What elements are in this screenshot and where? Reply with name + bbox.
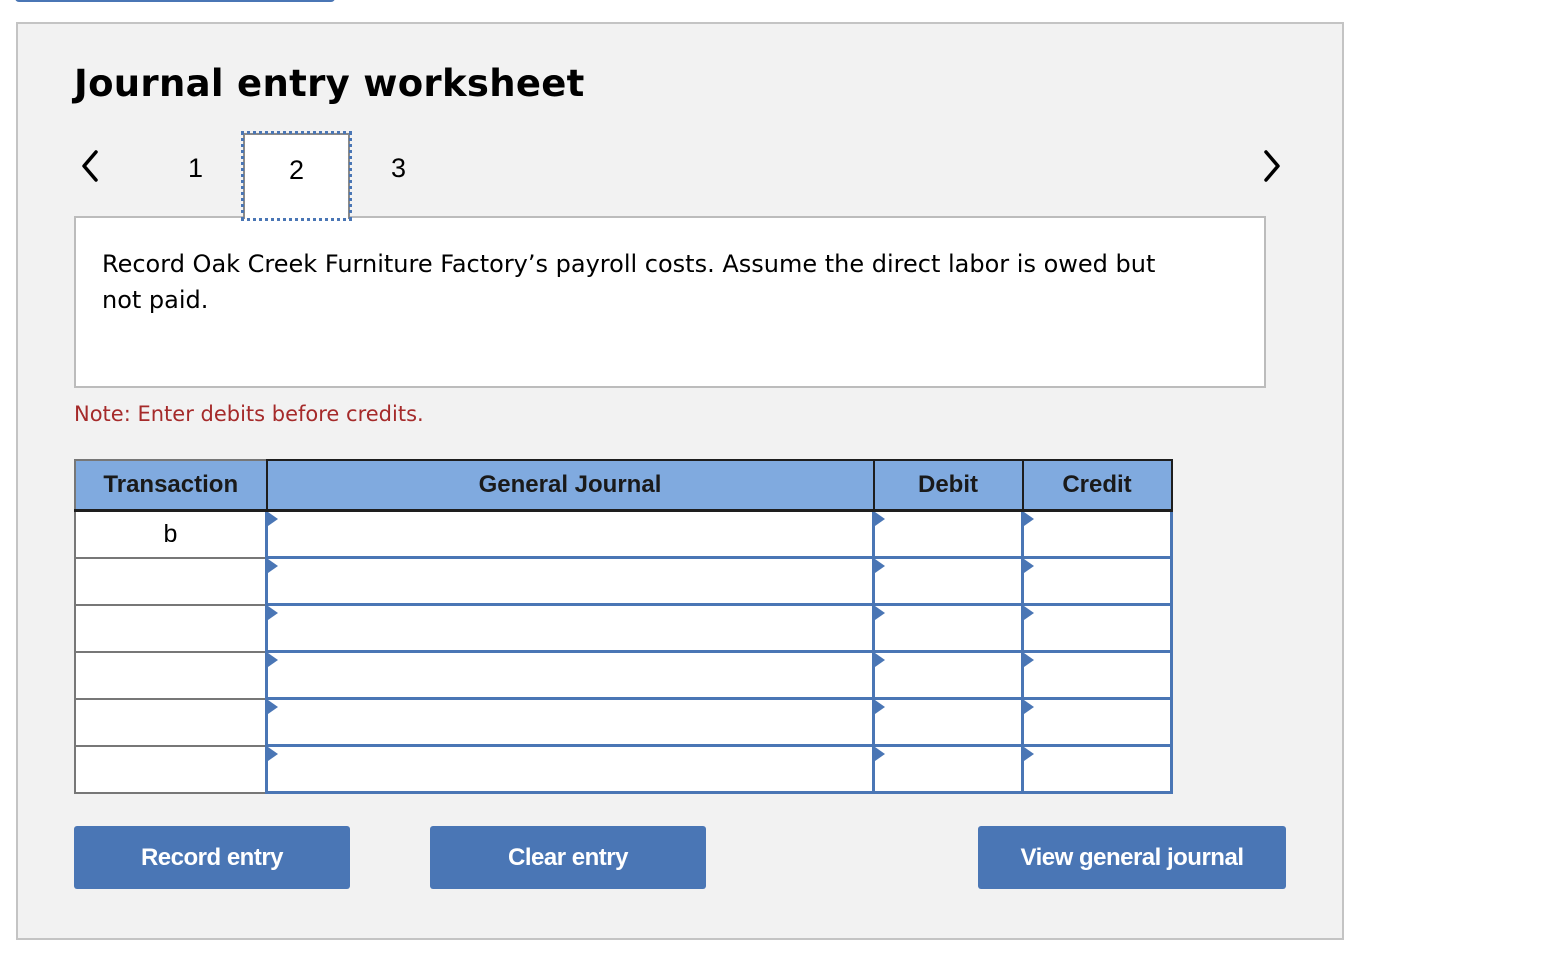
chevron-right-icon <box>1264 150 1280 182</box>
transaction-cell <box>74 650 268 700</box>
transaction-cell <box>74 697 268 747</box>
transaction-cell <box>74 556 268 606</box>
table-header-row: Transaction General Journal Debit Credit <box>74 459 1173 512</box>
table-row <box>74 697 1173 747</box>
account-select[interactable] <box>265 509 875 559</box>
clear-entry-button[interactable]: Clear entry <box>430 826 706 889</box>
debit-input[interactable] <box>872 556 1024 606</box>
table-row <box>74 650 1173 700</box>
prompt-text: Record Oak Creek Furniture Factory’s pay… <box>102 250 1156 314</box>
credit-input[interactable] <box>1021 603 1173 653</box>
page-title: Journal entry worksheet <box>74 62 585 105</box>
tab-1[interactable]: 1 <box>142 133 249 219</box>
transaction-cell <box>74 744 268 794</box>
account-select[interactable] <box>265 556 875 606</box>
transaction-cell: b <box>74 509 268 559</box>
account-select[interactable] <box>265 603 875 653</box>
transaction-cell <box>74 603 268 653</box>
journal-table: Transaction General Journal Debit Credit… <box>74 459 1173 794</box>
credit-input[interactable] <box>1021 556 1173 606</box>
tab-3[interactable]: 3 <box>345 133 452 219</box>
debit-input[interactable] <box>872 509 1024 559</box>
table-row <box>74 603 1173 653</box>
credit-input[interactable] <box>1021 509 1173 559</box>
tab-2[interactable]: 2 <box>241 131 352 221</box>
record-entry-button[interactable]: Record entry <box>74 826 350 889</box>
debit-input[interactable] <box>872 603 1024 653</box>
table-row <box>74 744 1173 794</box>
account-select[interactable] <box>265 744 875 794</box>
col-header-transaction: Transaction <box>74 459 268 512</box>
debit-input[interactable] <box>872 744 1024 794</box>
table-row <box>74 556 1173 606</box>
note-text: Note: Enter debits before credits. <box>74 402 424 426</box>
next-button[interactable] <box>1258 148 1286 184</box>
chevron-left-icon <box>82 150 98 182</box>
account-select[interactable] <box>265 697 875 747</box>
prompt-box: Record Oak Creek Furniture Factory’s pay… <box>74 216 1266 388</box>
col-header-debit: Debit <box>872 459 1024 512</box>
prev-button[interactable] <box>76 148 104 184</box>
debit-input[interactable] <box>872 697 1024 747</box>
account-select[interactable] <box>265 650 875 700</box>
debit-input[interactable] <box>872 650 1024 700</box>
col-header-general-journal: General Journal <box>265 459 875 512</box>
credit-input[interactable] <box>1021 650 1173 700</box>
credit-input[interactable] <box>1021 697 1173 747</box>
top-accent-bar <box>15 0 335 2</box>
table-row: b <box>74 509 1173 559</box>
view-general-journal-button[interactable]: View general journal <box>978 826 1286 889</box>
credit-input[interactable] <box>1021 744 1173 794</box>
col-header-credit: Credit <box>1021 459 1173 512</box>
